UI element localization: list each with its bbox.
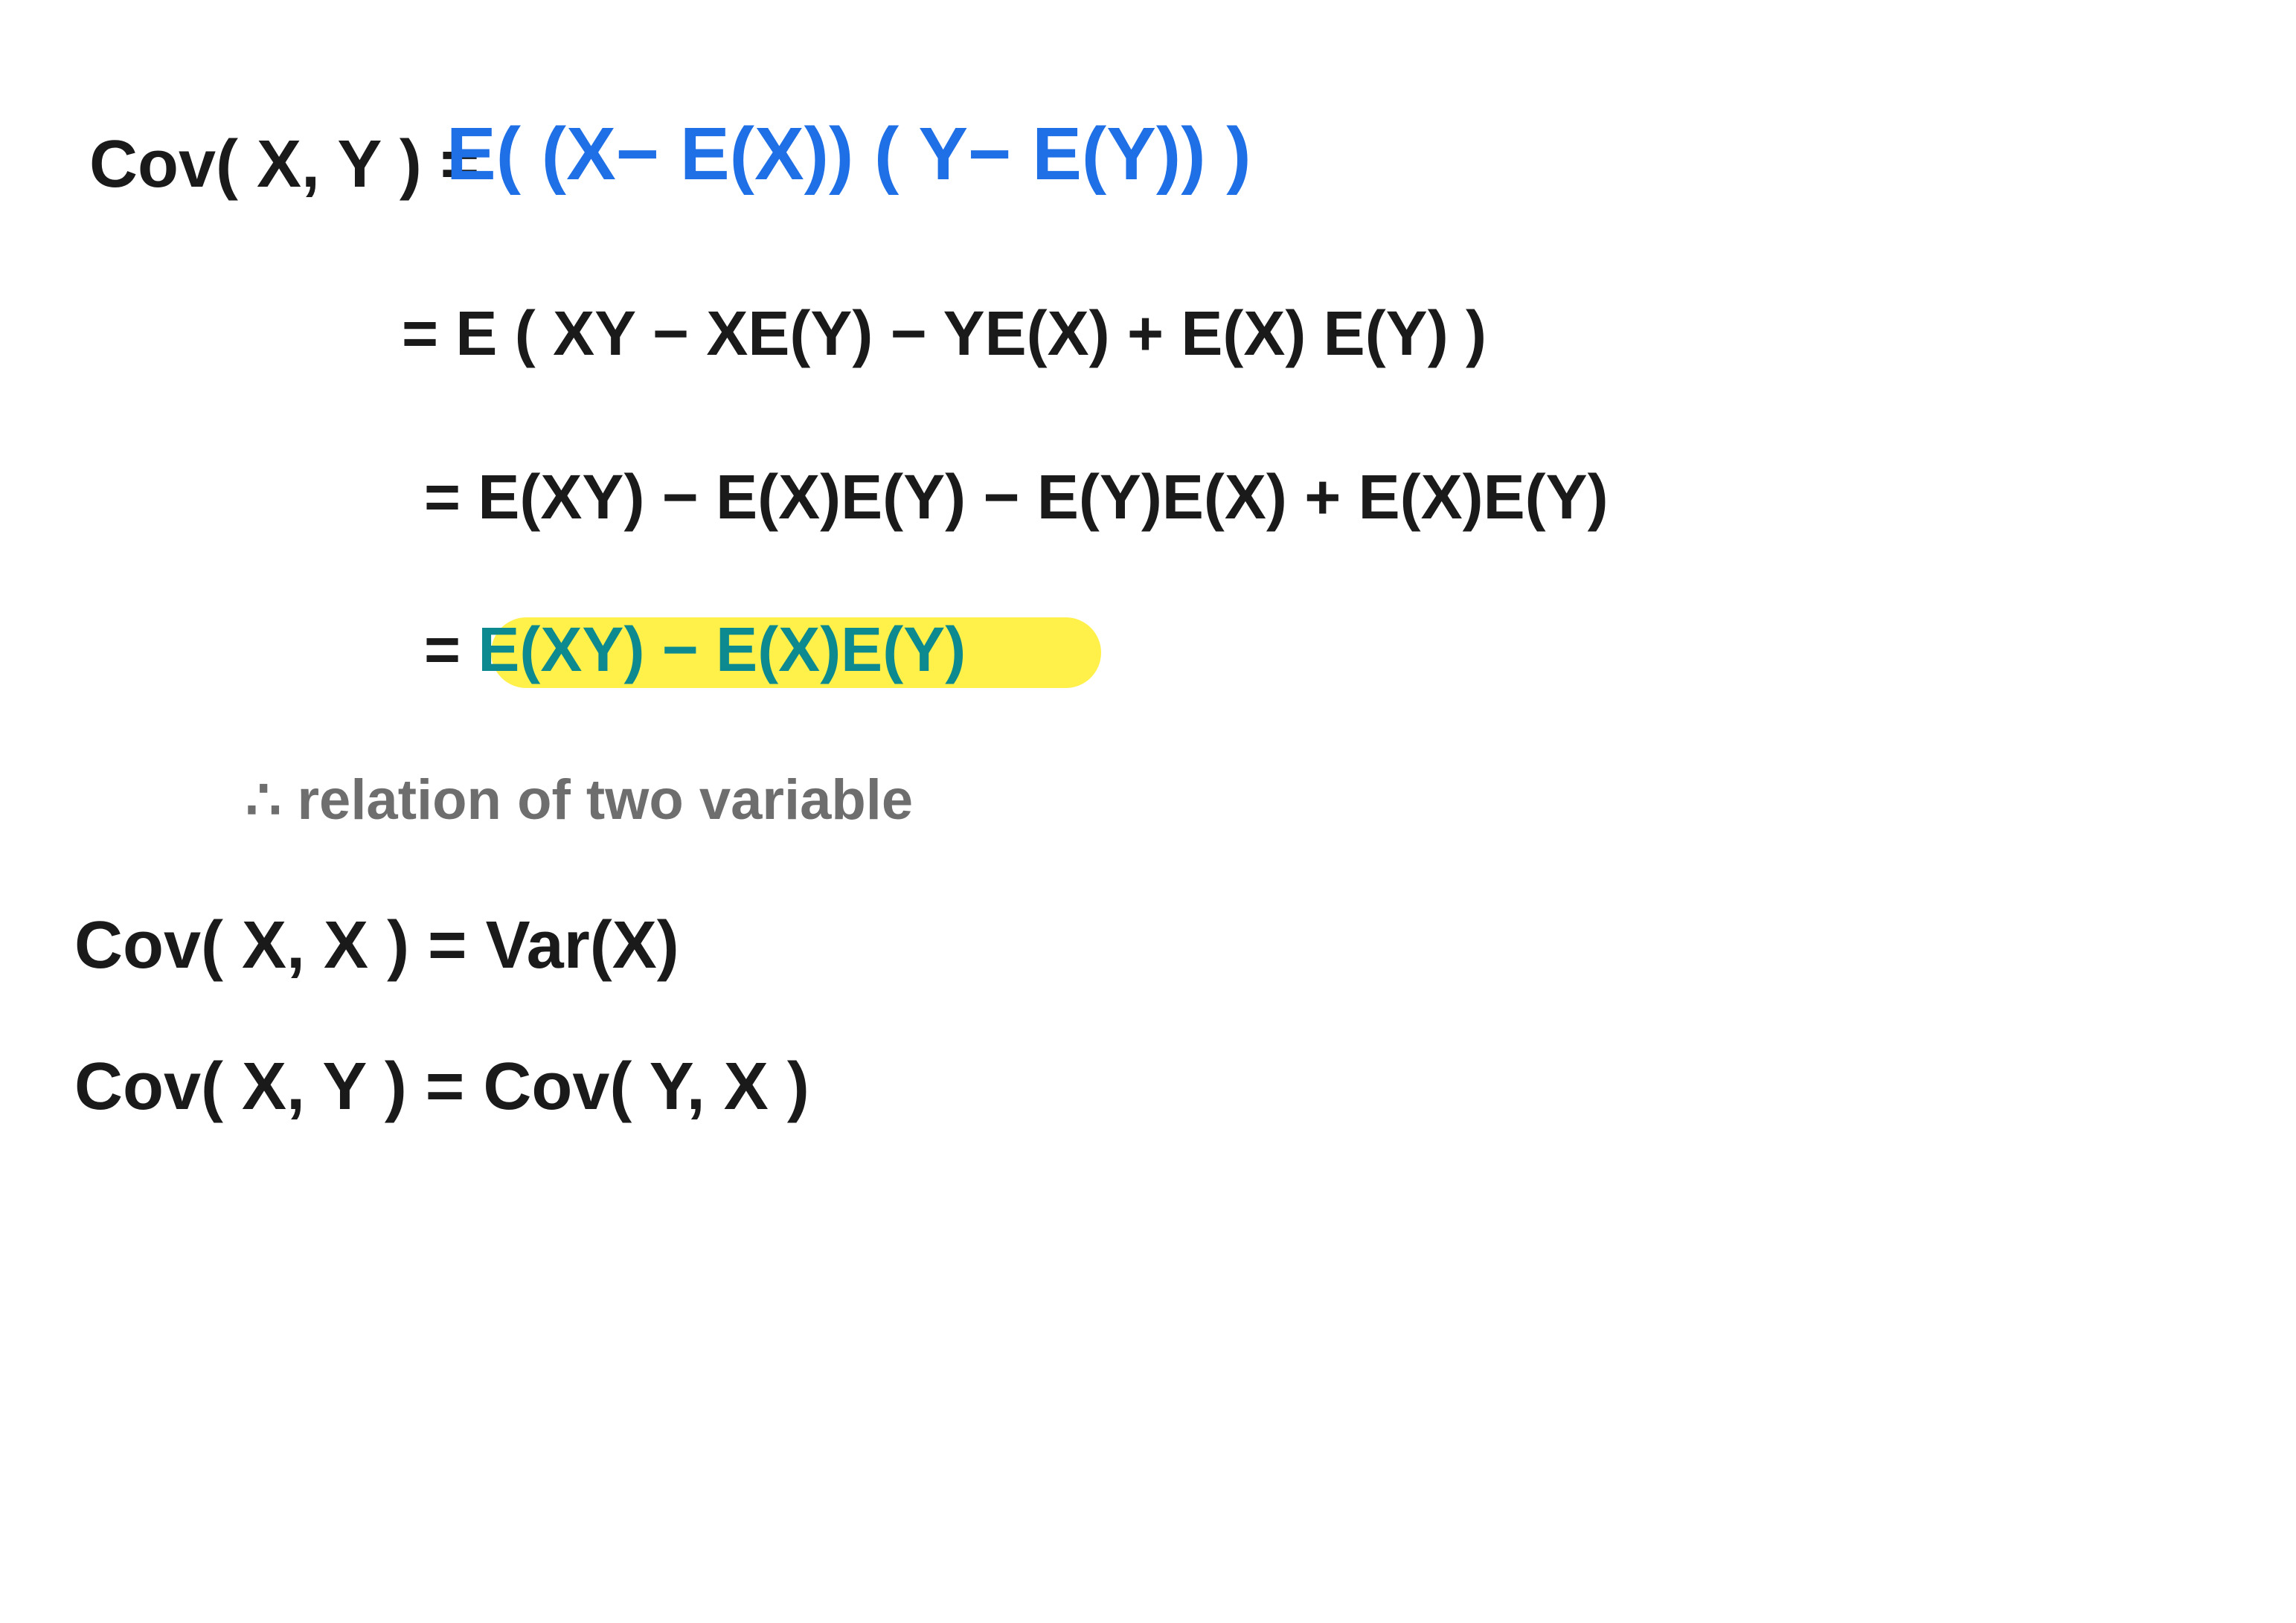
cov-definition-rhs: E( (X− E(X)) ( Y− E(Y)) ) [446,112,1251,197]
note-relation: ∴ relation of two variable [246,766,913,832]
cov-definition-lhs: Cov( X, Y ) = [89,126,479,203]
property-cov-xx: Cov( X, X ) = Var(X) [74,907,679,984]
property-cov-symmetry: Cov( X, Y ) = Cov( Y, X ) [74,1049,809,1125]
covariance-result: = E(XY) − E(X)E(Y) [424,614,2296,686]
result-formula: E(XY) − E(X)E(Y) [478,614,966,684]
expansion-step-2: = E(XY) − E(X)E(Y) − E(Y)E(X) + E(X)E(Y) [424,461,1609,533]
cov-rhs-blue: E( (X− E(X)) ( Y− E(Y)) ) [446,112,1251,196]
handwritten-notes-page: Cov( X, Y ) = E( (X− E(X)) ( Y− E(Y)) ) … [0,0,2296,1623]
expansion-step-1: = E ( XY − XE(Y) − YE(X) + E(X) E(Y) ) [402,298,1487,370]
result-equals: = [424,614,478,684]
cov-lhs: Cov( X, Y ) = [89,127,479,202]
